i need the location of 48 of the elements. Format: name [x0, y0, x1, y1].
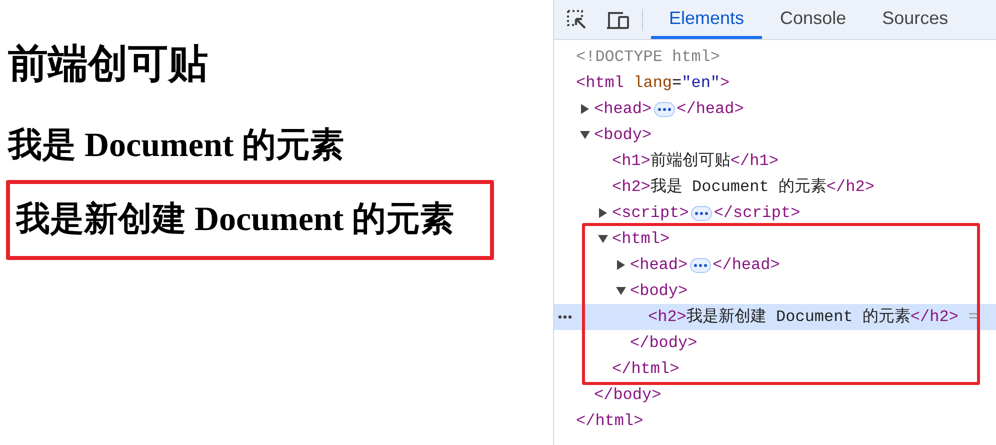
- dom-tree-row[interactable]: <h1>前端创可贴</h1>: [554, 148, 996, 174]
- devtools-tab[interactable]: Sources: [864, 0, 966, 39]
- markup-text: <body>: [630, 281, 688, 302]
- dom-tree-row[interactable]: <h2>我是 Document 的元素</h2>: [554, 174, 996, 200]
- markup-text: <html lang="en">: [576, 73, 730, 94]
- dom-tree-row[interactable]: <h2>我是新创建 Document 的元素</h2> =: [554, 304, 996, 330]
- page-title: 前端创可贴: [8, 40, 209, 88]
- more-icon[interactable]: [558, 315, 572, 319]
- ellipsis-button[interactable]: [654, 102, 675, 116]
- markup-text: <body>: [594, 125, 652, 146]
- markup-text: <head>: [630, 255, 688, 276]
- expanded-triangle-icon[interactable]: [580, 130, 590, 140]
- dom-tree-row[interactable]: <body>: [554, 278, 996, 304]
- markup-text: <head>: [594, 99, 652, 120]
- markup-text: <script>: [612, 203, 689, 224]
- page-subheading: 我是新创建 Document 的元素: [16, 200, 456, 240]
- collapsed-triangle-icon[interactable]: [580, 104, 590, 114]
- ellipsis-button[interactable]: [690, 206, 712, 220]
- markup-text: =: [968, 307, 978, 328]
- devtools-tab[interactable]: Elements: [651, 0, 762, 39]
- markup-text: <h2>我是 Document 的元素</h2>: [612, 176, 874, 198]
- markup-text: </html>: [612, 359, 680, 380]
- ellipsis-button[interactable]: [690, 258, 711, 272]
- markup-text: </script>: [714, 203, 800, 224]
- markup-text: <h2>我是新创建 Document 的元素</h2>: [648, 306, 958, 328]
- markup-text: </head>: [712, 255, 780, 276]
- markup-text: </head>: [676, 99, 744, 120]
- markup-text: <!DOCTYPE html>: [576, 47, 720, 68]
- inspect-icon[interactable]: [566, 8, 588, 30]
- dom-tree-row[interactable]: <html lang="en">: [554, 70, 996, 96]
- dom-tree-row[interactable]: <body>: [554, 122, 996, 148]
- markup-text: <html>: [612, 229, 670, 250]
- dom-tree-row[interactable]: <html>: [554, 226, 996, 252]
- markup-text: </html>: [576, 411, 644, 432]
- devtools-tab[interactable]: Console: [762, 0, 864, 39]
- page-subheading: 我是 Document 的元素: [8, 126, 346, 166]
- collapsed-triangle-icon[interactable]: [616, 260, 626, 270]
- collapsed-triangle-icon[interactable]: [598, 208, 608, 218]
- dom-tree-row[interactable]: <head> </head>: [554, 96, 996, 122]
- expanded-triangle-icon[interactable]: [598, 234, 608, 244]
- markup-text: <h1>前端创可贴</h1>: [612, 150, 778, 172]
- device-toolbar-icon[interactable]: [606, 10, 630, 30]
- markup-text: </body>: [630, 333, 698, 354]
- markup-text: </body>: [594, 385, 662, 406]
- dom-tree-row[interactable]: <!DOCTYPE html>: [554, 44, 996, 70]
- dom-tree-row[interactable]: <head> </head>: [554, 252, 996, 278]
- expanded-triangle-icon[interactable]: [616, 286, 626, 296]
- dom-tree-row[interactable]: <script> </script>: [554, 200, 996, 226]
